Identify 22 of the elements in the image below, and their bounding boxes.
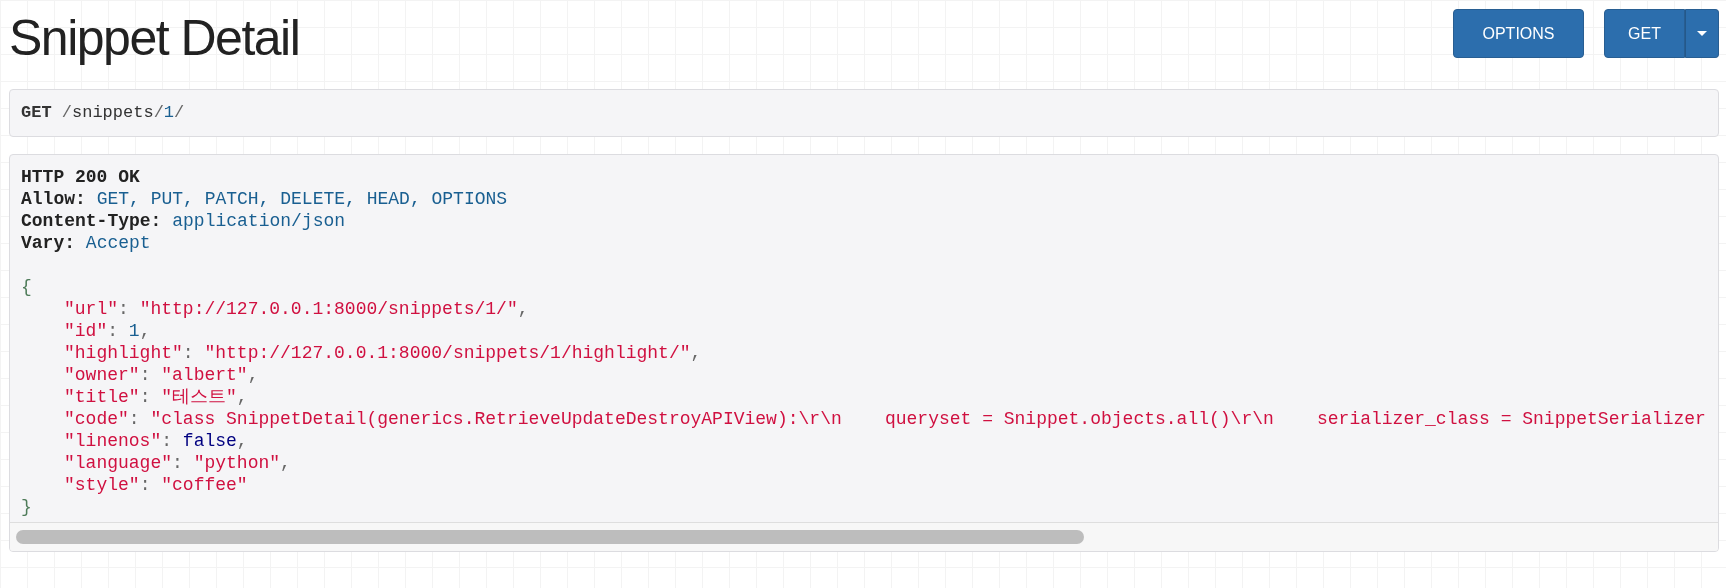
status-line: HTTP 200 OK bbox=[21, 166, 140, 188]
json-line: "code": "class SnippetDetail(generics.RetrieveUpdateDestroyAPIView):\r\n queryset = Snippet.objects.all()\r\n serializer_class = SnippetSerializer bbox=[64, 408, 1706, 430]
json-line: "id": 1, bbox=[64, 320, 151, 342]
page-title: Snippet Detail bbox=[9, 9, 300, 68]
json-line: "owner": "albert", bbox=[64, 364, 259, 386]
caret-icon bbox=[1697, 31, 1707, 36]
options-button[interactable]: OPTIONS bbox=[1453, 9, 1584, 58]
response-header: Content-Type: application/json bbox=[21, 210, 346, 232]
json-line: "style": "coffee" bbox=[64, 474, 248, 496]
response-header: Vary: Accept bbox=[21, 232, 151, 254]
json-brace: { bbox=[21, 276, 32, 298]
response-header: Allow: GET, PUT, PATCH, DELETE, HEAD, OPTIONS bbox=[21, 188, 508, 210]
json-line: "linenos": false, bbox=[64, 430, 248, 452]
get-button[interactable]: GET bbox=[1604, 9, 1685, 58]
json-line: "highlight": "http://127.0.0.1:8000/snippets/1/highlight/", bbox=[64, 342, 702, 364]
dropdown-toggle[interactable] bbox=[1685, 9, 1719, 58]
json-brace: } bbox=[21, 496, 32, 518]
request-line: GET /snippets/1/ bbox=[21, 102, 185, 124]
json-line: "language": "python", bbox=[64, 452, 291, 474]
json-line: "url": "http://127.0.0.1:8000/snippets/1/", bbox=[64, 298, 529, 320]
json-line: "title": "테스트", bbox=[64, 386, 248, 408]
scrollbar-thumb[interactable] bbox=[16, 530, 1085, 544]
